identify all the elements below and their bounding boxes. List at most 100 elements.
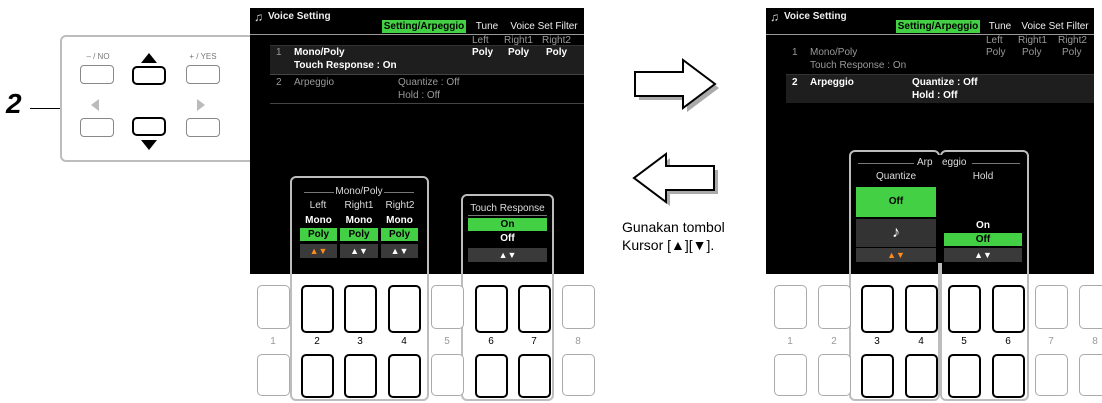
lower-button-5[interactable]: [431, 354, 464, 396]
value-left: Poly: [986, 47, 1006, 58]
option-mono-right1[interactable]: Mono: [340, 214, 378, 227]
tab-voice-set-filter[interactable]: Voice Set Filter: [504, 20, 584, 33]
upper-button-1[interactable]: [774, 285, 807, 329]
screen-title: Voice Setting: [268, 11, 331, 22]
value-right1: Poly: [1022, 47, 1042, 58]
upper-button-8[interactable]: [562, 285, 595, 329]
hold-off-option[interactable]: Off: [944, 233, 1022, 246]
value-right1: Poly: [508, 47, 530, 58]
no-button-label: – / NO: [86, 52, 110, 61]
upper-button-2[interactable]: [818, 285, 851, 329]
button-number-label: 5: [961, 336, 967, 347]
button-number-label: 5: [444, 336, 450, 347]
right-arrow-icon: [197, 99, 205, 111]
lower-button-1[interactable]: [774, 354, 807, 396]
upper-button-4[interactable]: [388, 285, 421, 333]
lower-button-4[interactable]: [905, 354, 938, 398]
hold-value: Hold : Off: [398, 90, 441, 101]
upper-button-3[interactable]: [861, 285, 894, 333]
row-touch-response: Touch Response : On: [294, 60, 397, 71]
tab-tune[interactable]: Tune: [983, 20, 1017, 33]
lower-button-5[interactable]: [948, 354, 981, 398]
option-off[interactable]: Off: [468, 232, 547, 245]
updown-icon: ▲▼: [340, 244, 378, 258]
upper-button-4[interactable]: [905, 285, 938, 333]
lower-button-4[interactable]: [388, 354, 421, 398]
row-label-arpeggio[interactable]: Arpeggio: [294, 77, 334, 88]
hold-on-option[interactable]: On: [944, 219, 1022, 232]
caption-line2: Kursor [▲][▼].: [622, 237, 715, 253]
col-right1-label: Right1: [344, 200, 374, 211]
tab-setting-arpeggio[interactable]: Setting/Arpeggio: [382, 20, 466, 33]
up-arrow-icon: [141, 53, 157, 63]
upper-button-7[interactable]: [1035, 285, 1068, 329]
col-right2-label: Right2: [385, 200, 415, 211]
lower-button-1[interactable]: [257, 354, 290, 396]
hold-label: Hold: [972, 171, 994, 182]
step-number: 2: [6, 88, 22, 119]
lower-button-2[interactable]: [301, 354, 334, 398]
upper-button-1[interactable]: [257, 285, 290, 329]
row-number: 1: [792, 47, 798, 58]
updown-icon: ▲▼: [300, 244, 337, 258]
row-label[interactable]: Mono/Poly: [810, 47, 857, 58]
upper-button-5[interactable]: [431, 285, 464, 329]
down-arrow-icon: [141, 140, 157, 150]
mono-poly-panel: Mono/Poly Left Right1 Right2 Mono Poly M…: [298, 184, 420, 264]
button-number-label: 2: [831, 336, 837, 347]
tab-voice-set-filter[interactable]: Voice Set Filter: [1016, 20, 1094, 33]
upper-button-5[interactable]: [948, 285, 981, 333]
option-mono-right2[interactable]: Mono: [381, 214, 418, 227]
row-label: Mono/Poly: [294, 47, 345, 58]
option-poly-right1[interactable]: Poly: [340, 228, 378, 241]
lower-button-6[interactable]: [475, 354, 508, 398]
updown-icon: ▲▼: [944, 248, 1022, 262]
button-number-label: 3: [357, 336, 363, 347]
no-button[interactable]: [80, 65, 114, 84]
lower-button-3[interactable]: [344, 354, 377, 398]
row-number: 1: [276, 47, 282, 58]
option-poly-left[interactable]: Poly: [300, 228, 337, 241]
upper-button-6[interactable]: [992, 285, 1025, 333]
quantize-off-option[interactable]: Off: [856, 187, 936, 217]
cursor-down-button[interactable]: [132, 117, 166, 136]
updown-icon: ▲▼: [856, 248, 936, 262]
upper-button-7[interactable]: [518, 285, 551, 333]
upper-button-2[interactable]: [301, 285, 334, 333]
arpeggio-panel: Arp eggio Quantize Hold Off ♪ On Off ▲▼ …: [854, 155, 1024, 263]
tab-tune[interactable]: Tune: [470, 20, 504, 33]
button-number-label: 4: [401, 336, 407, 347]
button-number-label: 1: [270, 336, 276, 347]
cursor-up-button[interactable]: [132, 66, 166, 85]
value-right2: Poly: [1062, 47, 1082, 58]
yes-button[interactable]: [186, 65, 220, 84]
screen-title: Voice Setting: [784, 11, 847, 22]
cursor-left-button[interactable]: [80, 118, 114, 137]
upper-button-6[interactable]: [475, 285, 508, 333]
lower-button-3[interactable]: [861, 354, 894, 398]
tab-setting-arpeggio[interactable]: Setting/Arpeggio: [896, 20, 980, 33]
panel-title: Touch Response: [470, 203, 545, 214]
right-arrow-big-icon: [634, 58, 719, 112]
upper-button-3[interactable]: [344, 285, 377, 333]
col-header-right1: Right1: [1018, 35, 1047, 46]
lower-button-8[interactable]: [562, 354, 595, 396]
upper-button-8[interactable]: [1079, 285, 1102, 329]
lower-button-6[interactable]: [992, 354, 1025, 398]
lower-button-7[interactable]: [1035, 354, 1068, 396]
cursor-right-button[interactable]: [186, 118, 220, 137]
button-number-label: 2: [314, 336, 320, 347]
option-on[interactable]: On: [468, 218, 547, 231]
button-number-label: 1: [787, 336, 793, 347]
button-number-label: 7: [531, 336, 537, 347]
lower-button-8[interactable]: [1079, 354, 1102, 396]
button-number-label: 8: [1092, 336, 1098, 347]
voice-note-icon: ♫: [254, 10, 263, 24]
option-mono-left[interactable]: Mono: [300, 214, 337, 227]
panel-title-part2: eggio: [942, 157, 967, 168]
eighth-note-icon[interactable]: ♪: [856, 219, 936, 247]
lower-button-2[interactable]: [818, 354, 851, 396]
button-number-label: 4: [918, 336, 924, 347]
lower-button-7[interactable]: [518, 354, 551, 398]
option-poly-right2[interactable]: Poly: [381, 228, 418, 241]
